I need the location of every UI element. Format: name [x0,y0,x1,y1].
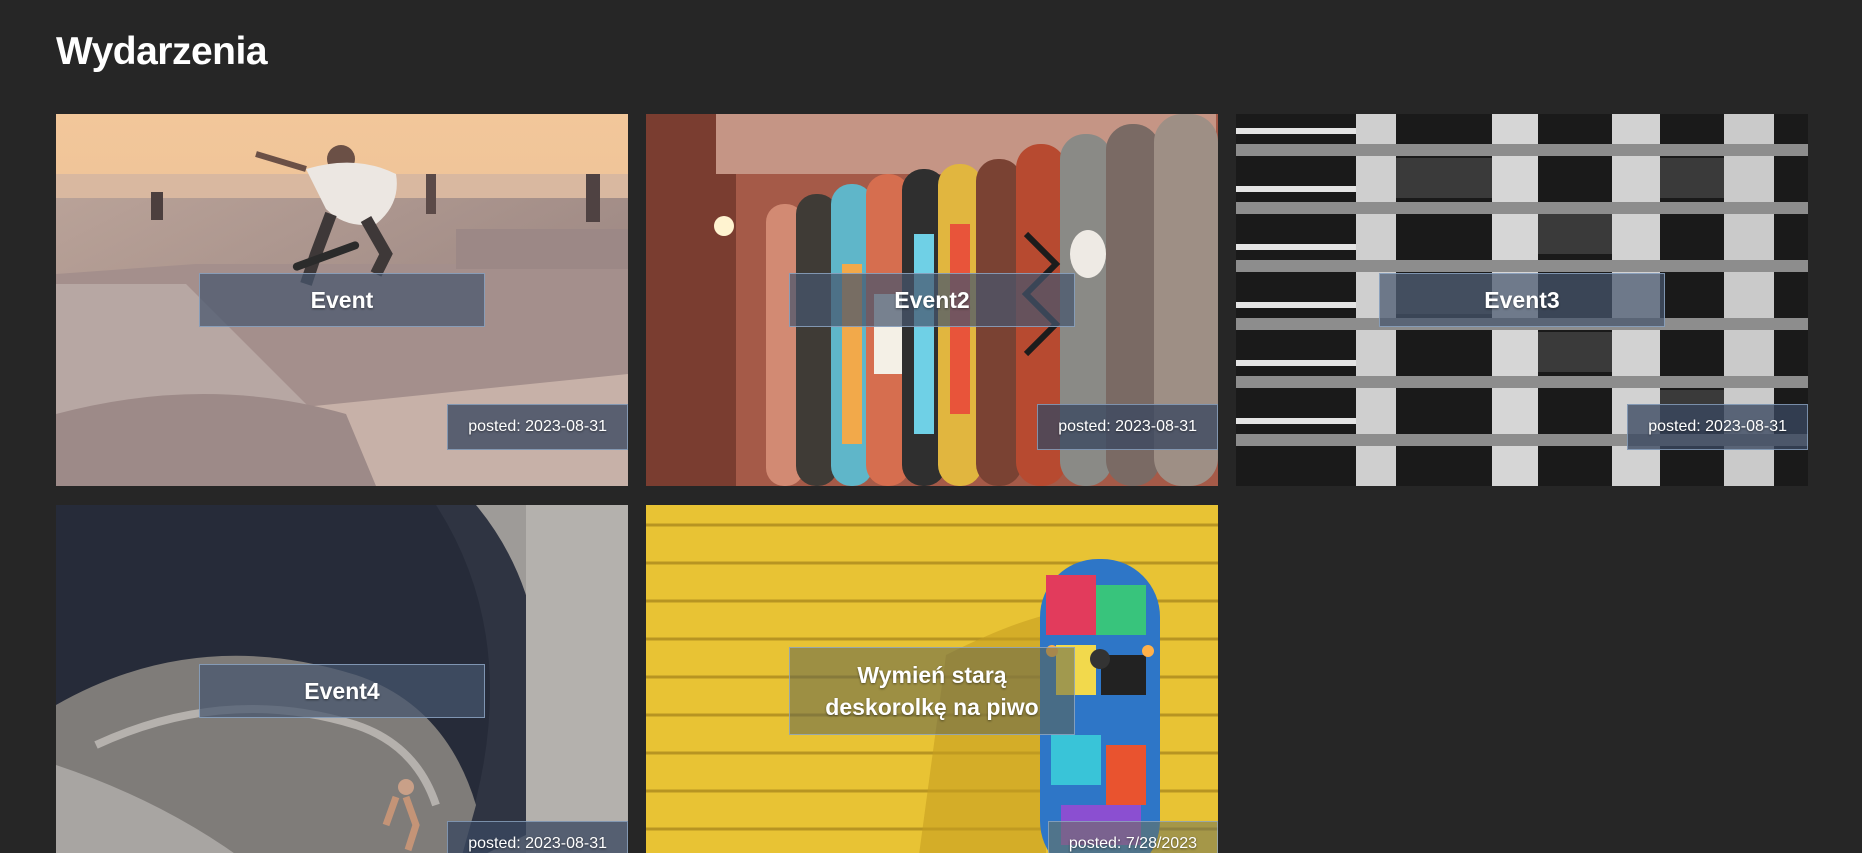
event-card[interactable]: Event2 posted: 2023-08-31 [646,114,1218,486]
event-card[interactable]: Event3 posted: 2023-08-31 [1236,114,1808,486]
event-card[interactable]: Event posted: 2023-08-31 [56,114,628,486]
event-title: Event [199,273,485,327]
event-title: Event3 [1379,273,1665,327]
events-grid: Event posted: 2023-08-31 Event2 posted: … [56,114,1808,853]
event-card[interactable]: Wymień starą deskorolkę na piwo posted: … [646,505,1218,853]
event-posted-date: posted: 7/28/2023 [1047,821,1218,853]
event-title: Event4 [199,664,485,718]
event-card[interactable]: Event4 posted: 2023-08-31 [56,505,628,853]
event-title: Wymień starą deskorolkę na piwo [789,647,1075,735]
event-posted-date: posted: 2023-08-31 [447,404,628,450]
events-page: Wydarzenia Event posted: 2023-08-31 Even… [0,0,1862,853]
event-posted-date: posted: 2023-08-31 [1627,404,1808,450]
event-title: Event2 [789,273,1075,327]
page-title: Wydarzenia [56,30,268,73]
event-posted-date: posted: 2023-08-31 [447,821,628,853]
event-posted-date: posted: 2023-08-31 [1037,404,1218,450]
